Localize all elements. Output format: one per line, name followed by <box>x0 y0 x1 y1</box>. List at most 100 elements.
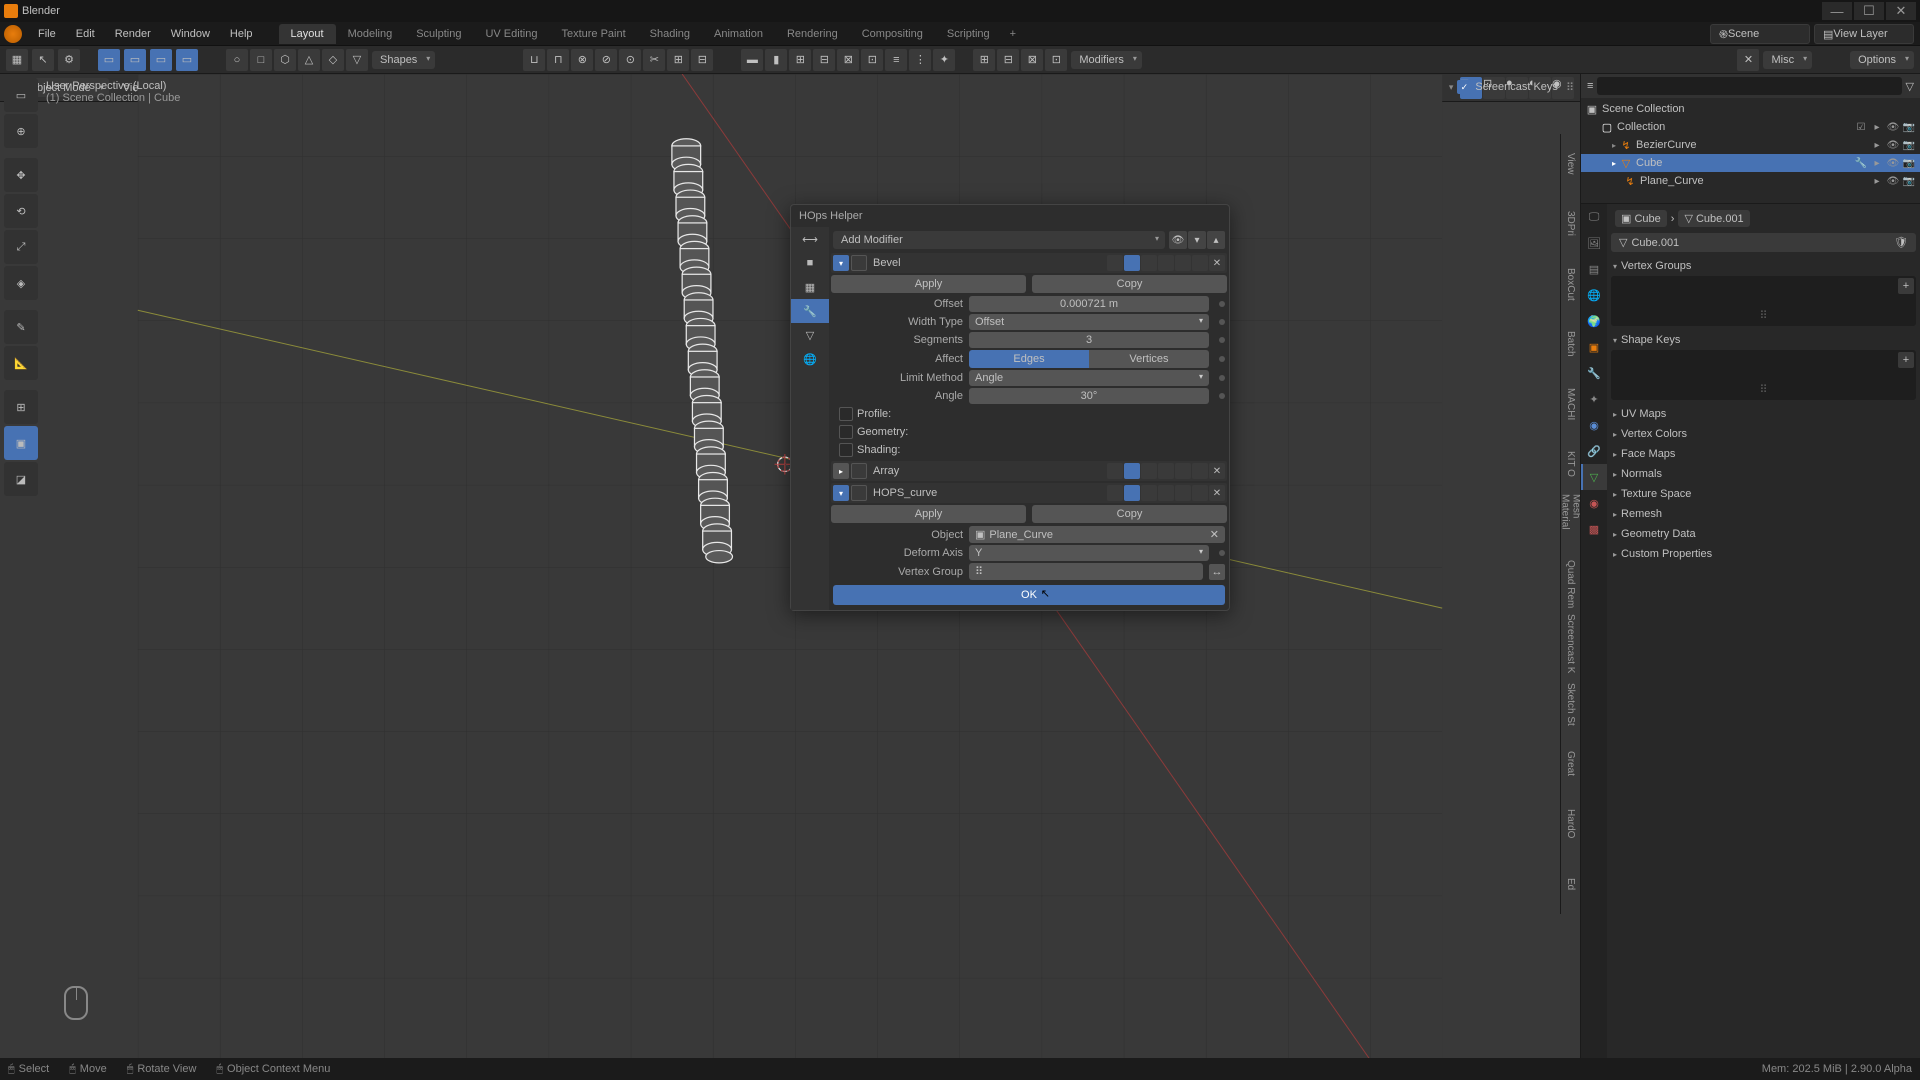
boolean-intersect-icon[interactable]: ⊗ <box>571 49 593 71</box>
tree-arrow-icon[interactable]: ▸ <box>1612 141 1616 150</box>
tree-plane-curve[interactable]: ↯ Plane_Curve ▸ 👁 📷 <box>1581 172 1920 190</box>
tab-animation[interactable]: Animation <box>702 24 775 44</box>
mod-icon-3[interactable]: ⊞ <box>789 49 811 71</box>
section-uv-maps[interactable]: UV Maps <box>1611 404 1916 424</box>
grip-icon[interactable]: ⠿ <box>1566 81 1574 94</box>
curve-object-field[interactable]: ▣ Plane_Curve ✕ <box>969 526 1225 543</box>
prop-tab-world[interactable]: 🌍 <box>1581 308 1607 334</box>
vtab-3dpri[interactable]: 3DPri <box>1560 194 1580 254</box>
vtab-ed[interactable]: Ed <box>1560 854 1580 914</box>
bc-sel-icon[interactable]: ▸ <box>1870 138 1884 152</box>
tool-add-cube[interactable]: ⊞ <box>4 390 38 424</box>
hops-tab-filter-icon[interactable]: ▽ <box>791 323 829 347</box>
tool-move[interactable]: ✥ <box>4 158 38 192</box>
vtab-kito[interactable]: KIT O <box>1560 434 1580 494</box>
vtab-hardo[interactable]: HardO <box>1560 794 1580 854</box>
section-geometry-data[interactable]: Geometry Data <box>1611 524 1916 544</box>
tab-compositing[interactable]: Compositing <box>850 24 935 44</box>
mod-icon-4[interactable]: ⊟ <box>813 49 835 71</box>
shape-icon-3[interactable]: ⬡ <box>274 49 296 71</box>
cube-render-icon[interactable]: 📷 <box>1902 156 1916 170</box>
bevel-delete-icon[interactable]: ✕ <box>1209 255 1225 271</box>
curve-object-clear-icon[interactable]: ✕ <box>1210 528 1219 541</box>
affect-anim-dot[interactable] <box>1219 356 1225 362</box>
cube-mod-icon[interactable]: 🔧 <box>1854 156 1868 170</box>
vg-add-button[interactable]: + <box>1898 278 1914 294</box>
outliner-search[interactable] <box>1597 77 1901 95</box>
tool-hops[interactable]: ▣ <box>4 426 38 460</box>
select-box-icon[interactable]: ▭ <box>98 49 120 71</box>
blender-logo-icon[interactable] <box>4 25 22 43</box>
tool-scale[interactable]: ⤢ <box>4 230 38 264</box>
screencast-checkbox[interactable]: ✓ <box>1457 80 1471 94</box>
select-intersect-icon[interactable]: ▭ <box>176 49 198 71</box>
ok-button[interactable]: OK ↖ <box>833 585 1225 605</box>
section-texture-space[interactable]: Texture Space <box>1611 484 1916 504</box>
add-workspace-button[interactable]: + <box>1002 24 1024 44</box>
array-edit-icon[interactable] <box>1124 463 1140 479</box>
offset-input[interactable]: 0.000721 m <box>969 296 1209 312</box>
angle-anim-dot[interactable] <box>1219 393 1225 399</box>
tree-beziercurve[interactable]: ▸ ↯ BezierCurve ▸ 👁 📷 <box>1581 136 1920 154</box>
tool-cursor[interactable]: ⊕ <box>4 114 38 148</box>
chevron-down-icon[interactable]: ▾ <box>1449 82 1454 93</box>
tab-sculpting[interactable]: Sculpting <box>404 24 473 44</box>
add-modifier-dropdown[interactable]: Add Modifier <box>833 231 1165 249</box>
bc-render-icon[interactable]: 📷 <box>1902 138 1916 152</box>
mod-icon-d[interactable]: ⊡ <box>1045 49 1067 71</box>
mod-icon-6[interactable]: ⊡ <box>861 49 883 71</box>
hops-tab-mat-icon[interactable]: ■ <box>791 251 829 275</box>
mod-icon-b[interactable]: ⊟ <box>997 49 1019 71</box>
shape-icon-1[interactable]: ○ <box>226 49 248 71</box>
bevel-copy-button[interactable]: Copy <box>1032 275 1227 293</box>
tab-modeling[interactable]: Modeling <box>336 24 405 44</box>
boolean-extract-icon[interactable]: ⊞ <box>667 49 689 71</box>
width-type-anim-dot[interactable] <box>1219 319 1225 325</box>
viewport-3d[interactable]: ▣ Object Mode View Select Add Object ⊕ ⊕… <box>0 74 1580 1060</box>
shape-icon-6[interactable]: ▽ <box>346 49 368 71</box>
options-dropdown[interactable]: Options <box>1850 51 1914 69</box>
tool-settings-icon[interactable]: ⚙ <box>58 49 80 71</box>
viewlayer-selector[interactable]: ▤ View Layer <box>1814 24 1914 44</box>
tool-measure[interactable]: 📐 <box>4 346 38 380</box>
modifiers-dropdown[interactable]: Modifiers <box>1071 51 1142 69</box>
angle-input[interactable]: 30° <box>969 388 1209 404</box>
menu-render[interactable]: Render <box>105 25 161 43</box>
section-vertex-groups[interactable]: Vertex Groups <box>1611 256 1916 276</box>
boolean-knife-icon[interactable]: ✂ <box>643 49 665 71</box>
vg-invert-icon[interactable]: ↔ <box>1209 564 1225 580</box>
select-subtract-icon[interactable]: ▭ <box>150 49 172 71</box>
tool-select-box[interactable]: ▭ <box>4 78 38 112</box>
geometry-checkbox[interactable] <box>839 425 853 439</box>
close-button[interactable]: ✕ <box>1886 2 1916 20</box>
bevel-up-icon[interactable] <box>1175 255 1191 271</box>
bc-hide-icon[interactable]: 👁 <box>1886 138 1900 152</box>
minimize-button[interactable]: — <box>1822 2 1852 20</box>
tree-collection[interactable]: ▢ Collection ☑ ▸ 👁 📷 <box>1581 118 1920 136</box>
misc-icon[interactable]: ✕ <box>1737 49 1759 71</box>
vis-chevron-icon[interactable]: ▾ <box>1188 231 1206 249</box>
prop-tab-output[interactable]: 🖼 <box>1581 230 1607 256</box>
maximize-button[interactable]: ☐ <box>1854 2 1884 20</box>
bevel-expand-toggle[interactable]: ▾ <box>833 255 849 271</box>
mesh-shield-icon[interactable]: 🛡 <box>1894 236 1908 249</box>
tab-rendering[interactable]: Rendering <box>775 24 850 44</box>
bevel-realtime-icon[interactable] <box>1141 255 1157 271</box>
section-face-maps[interactable]: Face Maps <box>1611 444 1916 464</box>
mesh-name-field[interactable]: ▽ Cube.001 🛡 <box>1611 233 1916 252</box>
curve-realtime-icon[interactable] <box>1141 485 1157 501</box>
boolean-inset-icon[interactable]: ⊙ <box>619 49 641 71</box>
tab-shading[interactable]: Shading <box>638 24 702 44</box>
prop-tab-texture[interactable]: ▩ <box>1581 516 1607 542</box>
curve-copy-button[interactable]: Copy <box>1032 505 1227 523</box>
tab-texture-paint[interactable]: Texture Paint <box>549 24 637 44</box>
boolean-union-icon[interactable]: ⊔ <box>523 49 545 71</box>
section-custom-props[interactable]: Custom Properties <box>1611 544 1916 564</box>
hops-tab-wrench-icon[interactable]: 🔧 <box>791 299 829 323</box>
vtab-boxcut[interactable]: BoxCut <box>1560 254 1580 314</box>
curve-up-icon[interactable] <box>1175 485 1191 501</box>
limit-method-dropdown[interactable]: Angle <box>969 370 1209 386</box>
prop-tab-material[interactable]: ◉ <box>1581 490 1607 516</box>
array-down-icon[interactable] <box>1192 463 1208 479</box>
bevel-cage-icon[interactable] <box>1107 255 1123 271</box>
